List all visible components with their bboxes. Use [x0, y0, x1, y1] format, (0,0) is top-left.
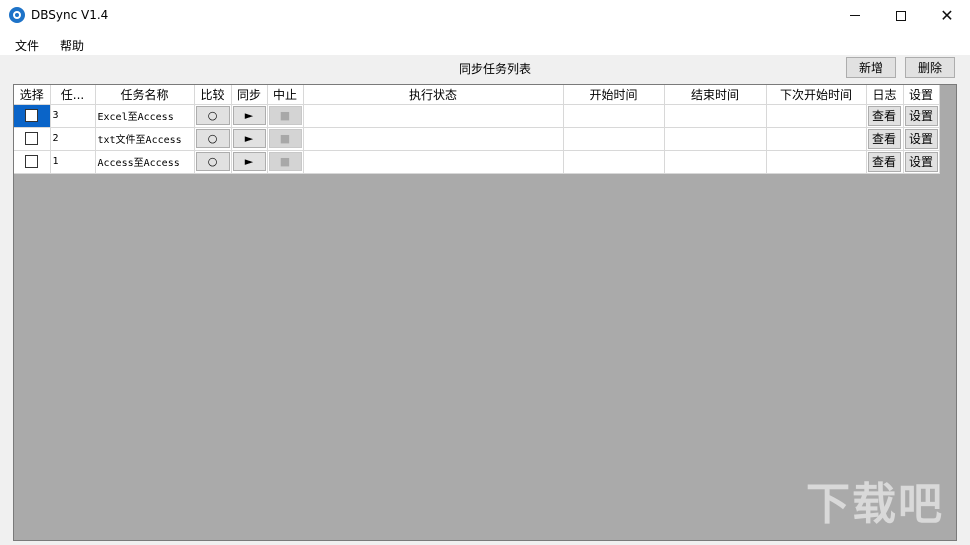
task-id: 1 — [50, 150, 96, 174]
stop-button[interactable]: ■ — [268, 129, 302, 148]
compare-button[interactable]: ○ — [195, 152, 230, 171]
compare-button[interactable]: ○ — [195, 106, 230, 125]
table-row[interactable]: 2 txt文件至Access ○ ► ■ 查看 设置 — [14, 127, 940, 151]
list-title: 同步任务列表 — [458, 62, 531, 76]
compare-cell: ○ — [194, 127, 232, 151]
compare-cell: ○ — [194, 150, 232, 174]
col-header-log[interactable]: 日志 — [866, 85, 904, 105]
sync-cell: ► — [231, 150, 268, 174]
status-cell — [303, 104, 564, 128]
start-time-cell — [563, 104, 665, 128]
app-icon — [9, 7, 25, 23]
header-row: 选择 任... 任务名称 比较 同步 中止 执行状态 开始时间 结束时间 下次开… — [14, 85, 940, 105]
view-log-button[interactable]: 查看 — [867, 105, 901, 126]
settings-button[interactable]: 设置 — [904, 151, 938, 172]
select-cell[interactable] — [14, 127, 51, 151]
menu-help[interactable]: 帮助 — [60, 37, 84, 54]
stop-cell: ■ — [267, 104, 304, 128]
main-panel: 同步任务列表 新增 删除 选择 任... 任务名称 比较 同步 中止 执行状态 … — [0, 55, 970, 545]
sync-button[interactable]: ► — [232, 129, 266, 148]
select-cell[interactable] — [14, 150, 51, 174]
end-time-cell — [664, 127, 767, 151]
watermark-logo: 下载吧 — [806, 479, 944, 530]
task-id: 2 — [50, 127, 96, 151]
window-title: DBSync V1.4 — [31, 8, 109, 22]
delete-button[interactable]: 删除 — [905, 57, 955, 78]
log-cell: 查看 — [866, 127, 904, 151]
settings-button[interactable]: 设置 — [904, 128, 938, 149]
sync-cell: ► — [231, 104, 268, 128]
settings-button[interactable]: 设置 — [904, 105, 938, 126]
add-button[interactable]: 新增 — [846, 57, 896, 78]
stop-button[interactable]: ■ — [268, 106, 302, 125]
col-header-id[interactable]: 任... — [50, 85, 96, 105]
col-header-select[interactable]: 选择 — [14, 85, 51, 105]
log-cell: 查看 — [866, 104, 904, 128]
task-id: 3 — [50, 104, 96, 128]
task-name: Access至Access — [95, 150, 195, 174]
maximize-button[interactable] — [878, 0, 924, 31]
log-cell: 查看 — [866, 150, 904, 174]
col-header-sync[interactable]: 同步 — [231, 85, 268, 105]
sync-button[interactable]: ► — [232, 106, 266, 125]
sync-button[interactable]: ► — [232, 152, 266, 171]
compare-button[interactable]: ○ — [195, 129, 230, 148]
stop-button[interactable]: ■ — [268, 152, 302, 171]
next-start-cell — [766, 127, 867, 151]
view-log-button[interactable]: 查看 — [867, 151, 901, 172]
status-cell — [303, 127, 564, 151]
stop-cell: ■ — [267, 150, 304, 174]
view-log-button[interactable]: 查看 — [867, 128, 901, 149]
start-time-cell — [563, 150, 665, 174]
minimize-icon — [850, 15, 860, 16]
col-header-stop[interactable]: 中止 — [267, 85, 304, 105]
close-icon: ✕ — [940, 5, 954, 25]
col-header-name[interactable]: 任务名称 — [95, 85, 195, 105]
col-header-settings[interactable]: 设置 — [903, 85, 940, 105]
col-header-compare[interactable]: 比较 — [194, 85, 232, 105]
task-name: Excel至Access — [95, 104, 195, 128]
col-header-end-time[interactable]: 结束时间 — [664, 85, 767, 105]
title-bar: DBSync V1.4 ✕ — [0, 0, 970, 31]
menu-file[interactable]: 文件 — [15, 37, 39, 54]
select-checkbox[interactable] — [25, 155, 39, 169]
task-name: txt文件至Access — [95, 127, 195, 151]
col-header-next-start[interactable]: 下次开始时间 — [766, 85, 867, 105]
next-start-cell — [766, 104, 867, 128]
close-button[interactable]: ✕ — [924, 0, 970, 31]
task-grid: 选择 任... 任务名称 比较 同步 中止 执行状态 开始时间 结束时间 下次开… — [13, 84, 957, 541]
stop-cell: ■ — [267, 127, 304, 151]
settings-cell: 设置 — [903, 150, 940, 174]
select-checkbox[interactable] — [25, 132, 39, 146]
maximize-icon — [896, 10, 906, 21]
select-checkbox[interactable] — [25, 109, 39, 123]
select-cell[interactable] — [14, 104, 51, 128]
task-table: 选择 任... 任务名称 比较 同步 中止 执行状态 开始时间 结束时间 下次开… — [14, 85, 940, 174]
sync-cell: ► — [231, 127, 268, 151]
col-header-status[interactable]: 执行状态 — [303, 85, 564, 105]
menu-bar: 文件 帮助 — [0, 31, 970, 55]
settings-cell: 设置 — [903, 127, 940, 151]
start-time-cell — [563, 127, 665, 151]
minimize-button[interactable] — [832, 0, 878, 31]
end-time-cell — [664, 104, 767, 128]
table-row[interactable]: 3 Excel至Access ○ ► ■ 查看 设置 — [14, 104, 940, 128]
compare-cell: ○ — [194, 104, 232, 128]
table-row[interactable]: 1 Access至Access ○ ► ■ 查看 设置 — [14, 150, 940, 174]
settings-cell: 设置 — [903, 104, 940, 128]
end-time-cell — [664, 150, 767, 174]
col-header-start-time[interactable]: 开始时间 — [563, 85, 665, 105]
next-start-cell — [766, 150, 867, 174]
status-cell — [303, 150, 564, 174]
